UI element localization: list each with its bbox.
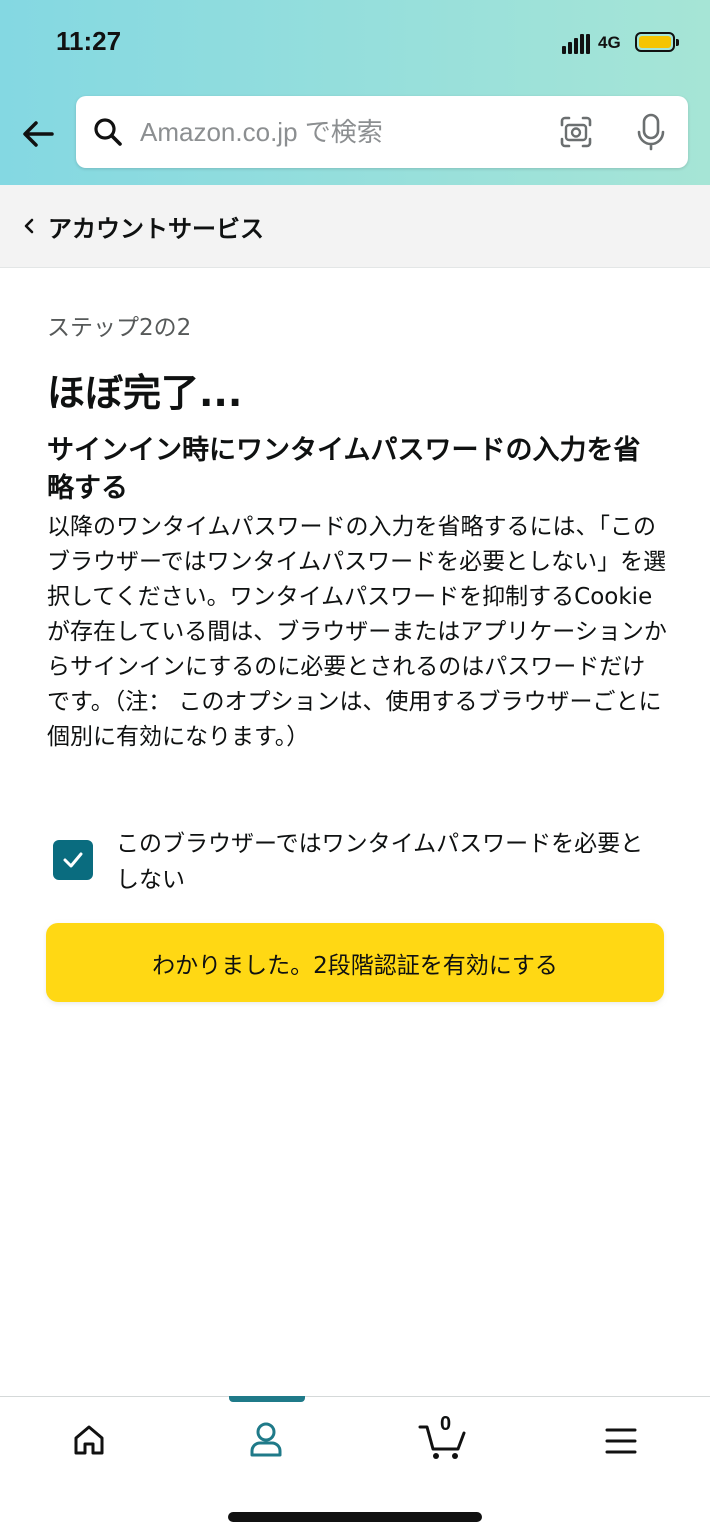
battery-icon bbox=[635, 32, 679, 52]
network-type: 4G bbox=[598, 33, 621, 52]
breadcrumb[interactable]: アカウントサービス bbox=[0, 185, 710, 268]
status-time: 11:27 bbox=[56, 26, 122, 56]
search-bar[interactable] bbox=[76, 96, 688, 168]
camera-scan-icon[interactable] bbox=[558, 114, 594, 150]
home-indicator[interactable] bbox=[228, 1512, 482, 1522]
account-icon bbox=[250, 1422, 282, 1457]
section-title: サインイン時にワンタイムパスワードの入力を省略する bbox=[47, 435, 641, 504]
skip-otp-checkbox[interactable] bbox=[53, 840, 93, 880]
step-indicator: ステップ2の2 bbox=[47, 315, 192, 341]
checkmark-icon bbox=[63, 852, 83, 868]
back-arrow-icon[interactable] bbox=[18, 114, 58, 154]
description-text: 以降のワンタイムパスワードの入力を省略するには、「このブラウザーではワンタイムパ… bbox=[47, 514, 667, 750]
app-header: 11:27 4G bbox=[0, 0, 710, 185]
chevron-left-icon bbox=[24, 218, 34, 234]
cart-count: 0 bbox=[440, 1413, 452, 1435]
menu-icon bbox=[605, 1428, 637, 1454]
search-icon bbox=[94, 118, 122, 146]
checkbox-label[interactable]: このブラウザーではワンタイムパスワードを必要としない bbox=[116, 826, 656, 898]
tab-account[interactable] bbox=[177, 1397, 354, 1487]
tab-home[interactable] bbox=[0, 1397, 177, 1487]
breadcrumb-label[interactable]: アカウントサービス bbox=[48, 209, 264, 244]
tab-cart[interactable] bbox=[354, 1397, 531, 1487]
microphone-icon[interactable] bbox=[634, 112, 668, 152]
page-title: ほぼ完了... bbox=[47, 371, 243, 415]
signal-icon bbox=[562, 34, 590, 54]
home-icon bbox=[74, 1425, 104, 1455]
enable-2fa-button[interactable]: わかりました。2段階認証を有効にする bbox=[46, 923, 664, 1002]
tab-menu[interactable] bbox=[531, 1397, 708, 1487]
search-input[interactable] bbox=[140, 112, 540, 152]
